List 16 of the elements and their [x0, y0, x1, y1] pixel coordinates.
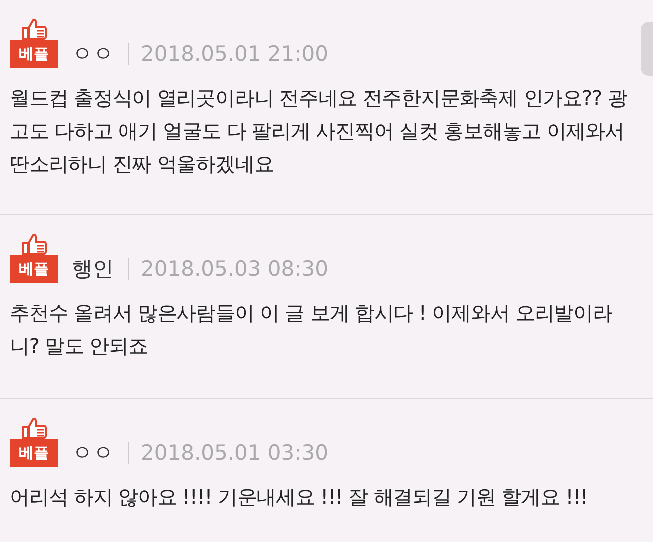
comment-date: 2018.05.01 21:00 — [141, 41, 328, 68]
comment-date: 2018.05.03 08:30 — [141, 256, 328, 283]
comment-author: ㅇㅇ — [72, 41, 114, 68]
thumbs-up-icon — [21, 18, 47, 40]
comment-text: 추천수 올려서 많은사람들이 이 글 보게 합시다 ! 이제와서 오리발이라니? 말도 안되죠 — [10, 300, 614, 360]
thumbs-up-icon — [21, 233, 47, 255]
comment-text: 어리석 하지 않아요 !!!! 기운내세요 !!! 잘 해결되길 기원 할게요 !!! — [10, 484, 589, 511]
comment-date: 2018.05.01 03:30 — [141, 440, 328, 467]
comment-author: 행인 — [72, 256, 114, 283]
comment-text: 월드컵 출정식이 열리곳이라니 전주네요 전주한지문화축제 인가요?? 광고도 다하고 애기 얼굴도 다 팔리게 사진찍어 실컷 홍보해놓고 이제와서 딴소리하니 진짜 억울하겠네요 — [10, 85, 628, 178]
scroll-handle[interactable] — [641, 22, 653, 76]
best-badge: 베플 — [10, 255, 58, 283]
best-badge: 베플 — [10, 439, 58, 467]
thumbs-up-icon — [21, 417, 47, 439]
best-badge: 베플 — [10, 40, 58, 68]
comment-author: ㅇㅇ — [72, 440, 114, 467]
